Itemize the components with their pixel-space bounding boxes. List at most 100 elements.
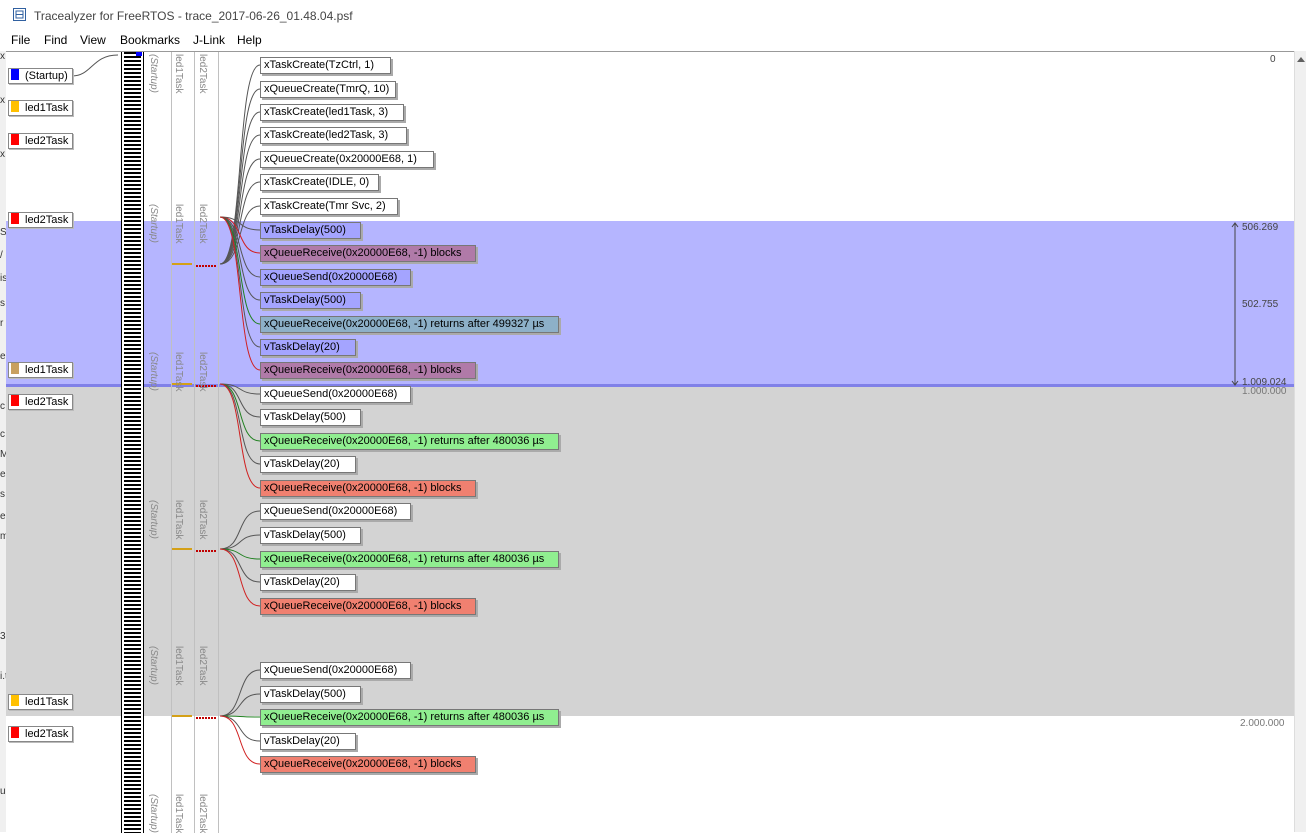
- window-title: Tracealyzer for FreeRTOS - trace_2017-06…: [34, 9, 353, 23]
- lane-label-startup: (Startup): [148, 646, 159, 685]
- actor-label[interactable]: led1Task: [8, 362, 74, 378]
- lane-divider-led2: [218, 52, 219, 833]
- clipped-text: x: [0, 51, 5, 62]
- lane-label-startup: (Startup): [148, 352, 159, 391]
- event-label[interactable]: xQueueReceive(0x20000E68, -1) returns af…: [260, 551, 559, 568]
- lane-divider-led1: [194, 52, 195, 833]
- actor-label[interactable]: led1Task: [8, 100, 74, 116]
- clipped-text: s: [0, 298, 5, 309]
- event-label[interactable]: xTaskCreate(led2Task, 3): [260, 127, 407, 144]
- lane-label-led2: led2Task: [197, 646, 208, 686]
- clipped-text: c: [0, 429, 5, 440]
- selection-duration: 502.755: [1242, 299, 1279, 310]
- clipped-text: /: [0, 250, 3, 261]
- event-label[interactable]: xQueueSend(0x20000E68): [260, 662, 411, 679]
- actor-name: led2Task: [25, 214, 69, 226]
- lane-label-startup: (Startup): [148, 54, 159, 93]
- event-label[interactable]: xQueueSend(0x20000E68): [260, 269, 411, 286]
- tracealyzer-app-icon: [13, 8, 26, 21]
- actor-color-swatch: [11, 395, 19, 406]
- event-label[interactable]: xTaskCreate(led1Task, 3): [260, 104, 404, 121]
- menu-help[interactable]: Help: [237, 33, 262, 47]
- actor-name: led2Task: [25, 396, 69, 408]
- actor-color-swatch: [11, 213, 19, 224]
- event-label[interactable]: xQueueSend(0x20000E68): [260, 503, 411, 520]
- clipped-text: r: [0, 318, 4, 329]
- event-label[interactable]: vTaskDelay(500): [260, 686, 361, 703]
- event-label[interactable]: vTaskDelay(20): [260, 733, 356, 750]
- lane-label-led1: led1Task: [173, 54, 184, 94]
- selection-range-arrow: [1231, 222, 1239, 386]
- actor-label[interactable]: (Startup): [8, 68, 73, 84]
- actor-color-swatch: [11, 134, 19, 145]
- trace-view[interactable]: (Startup) led1Task led2Task (Startup) led1Ta…: [6, 51, 1294, 833]
- actor-label[interactable]: led2Task: [8, 212, 74, 228]
- menu-jlink[interactable]: J-Link: [193, 33, 225, 47]
- event-label[interactable]: xTaskCreate(Tmr Svc, 2): [260, 198, 398, 215]
- actor-name: led1Task: [25, 696, 69, 708]
- event-label[interactable]: xTaskCreate(IDLE, 0): [260, 174, 379, 191]
- lane-label-led2: led2Task: [197, 204, 208, 244]
- actor-name: (Startup): [25, 70, 68, 82]
- lane-label-led1: led1Task: [173, 794, 184, 833]
- clipped-text: x: [0, 95, 5, 106]
- actor-label[interactable]: led2Task: [8, 133, 74, 149]
- timestamp-0: 0: [1270, 54, 1276, 65]
- event-label[interactable]: xQueueCreate(0x20000E68, 1): [260, 151, 434, 168]
- event-label[interactable]: xQueueReceive(0x20000E68, -1) blocks: [260, 756, 476, 773]
- actor-label[interactable]: led1Task: [8, 694, 74, 710]
- actor-color-swatch: [11, 695, 19, 706]
- timestamp-2000000: 2.000.000: [1240, 718, 1285, 729]
- clipped-text: e: [0, 351, 6, 362]
- menu-bar: File Find View Bookmarks J-Link Help: [0, 31, 1306, 51]
- event-label[interactable]: vTaskDelay(20): [260, 339, 356, 356]
- event-label[interactable]: vTaskDelay(500): [260, 409, 361, 426]
- lane-label-led1: led1Task: [173, 500, 184, 540]
- lane-label-led2: led2Task: [197, 500, 208, 540]
- lane-label-led2: led2Task: [197, 794, 208, 833]
- clipped-text: u: [0, 786, 6, 797]
- actor-color-swatch: [11, 363, 19, 374]
- event-label[interactable]: xQueueReceive(0x20000E68, -1) blocks: [260, 362, 476, 379]
- event-label[interactable]: vTaskDelay(20): [260, 574, 356, 591]
- lane-divider-startup: [171, 52, 172, 833]
- actor-name: led2Task: [25, 135, 69, 147]
- clipped-text: c: [0, 401, 5, 412]
- event-label[interactable]: xQueueReceive(0x20000E68, -1) returns af…: [260, 433, 559, 450]
- event-label[interactable]: vTaskDelay(500): [260, 222, 361, 239]
- menu-bookmarks[interactable]: Bookmarks: [120, 33, 180, 47]
- event-label[interactable]: xQueueReceive(0x20000E68, -1) returns af…: [260, 316, 559, 333]
- vertical-scrollbar[interactable]: [1294, 51, 1306, 832]
- clipped-text: x: [0, 149, 5, 160]
- lane-label-startup: (Startup): [148, 500, 159, 539]
- cpu-execution-bar[interactable]: [121, 52, 144, 833]
- actor-label[interactable]: led2Task: [8, 726, 74, 742]
- lane-label-led1: led1Task: [173, 352, 184, 392]
- actor-label[interactable]: led2Task: [8, 394, 74, 410]
- event-label[interactable]: vTaskDelay(20): [260, 456, 356, 473]
- event-label[interactable]: xQueueReceive(0x20000E68, -1) blocks: [260, 480, 476, 497]
- event-label[interactable]: xQueueSend(0x20000E68): [260, 386, 411, 403]
- lane-label-startup: (Startup): [148, 794, 159, 833]
- scroll-up-arrow-icon[interactable]: [1297, 57, 1305, 62]
- actor-name: led1Task: [25, 364, 69, 376]
- event-label[interactable]: xTaskCreate(TzCtrl, 1): [260, 57, 391, 74]
- event-label[interactable]: xQueueReceive(0x20000E68, -1) blocks: [260, 245, 476, 262]
- title-bar: Tracealyzer for FreeRTOS - trace_2017-06…: [0, 0, 1306, 31]
- actor-name: led1Task: [25, 102, 69, 114]
- lane-label-startup: (Startup): [148, 204, 159, 243]
- actor-color-swatch: [11, 727, 19, 738]
- actor-color-swatch: [11, 69, 19, 80]
- event-label[interactable]: vTaskDelay(500): [260, 527, 361, 544]
- event-label[interactable]: xQueueCreate(TmrQ, 10): [260, 81, 396, 98]
- menu-file[interactable]: File: [11, 33, 30, 47]
- event-label[interactable]: xQueueReceive(0x20000E68, -1) returns af…: [260, 709, 559, 726]
- event-label[interactable]: xQueueReceive(0x20000E68, -1) blocks: [260, 598, 476, 615]
- clipped-text: 3: [0, 631, 6, 642]
- menu-find[interactable]: Find: [44, 33, 67, 47]
- lane-label-led1: led1Task: [173, 646, 184, 686]
- event-label[interactable]: vTaskDelay(500): [260, 292, 361, 309]
- lane-label-led1: led1Task: [173, 204, 184, 244]
- menu-view[interactable]: View: [80, 33, 106, 47]
- selection-start-time: 506.269: [1242, 222, 1279, 233]
